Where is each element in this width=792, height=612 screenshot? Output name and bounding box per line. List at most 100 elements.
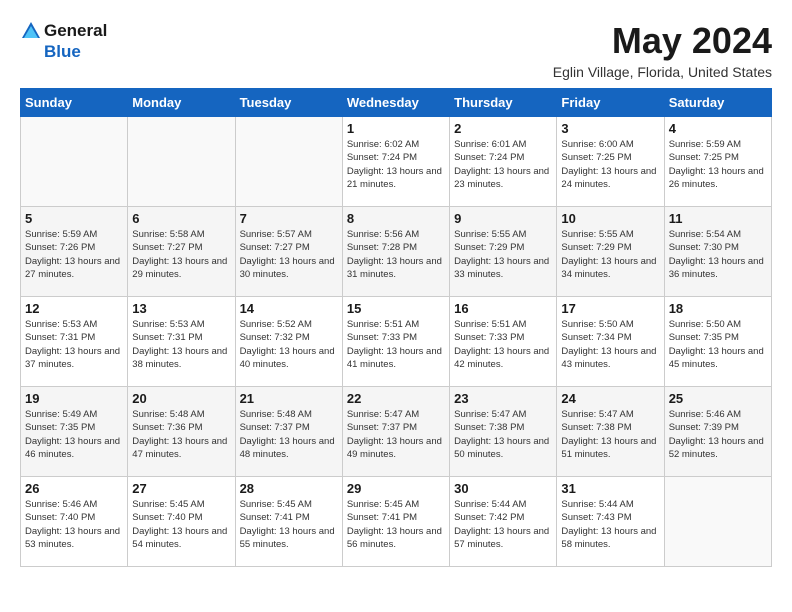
day-number: 5 [25, 211, 123, 226]
day-info: Sunrise: 5:47 AM Sunset: 7:38 PM Dayligh… [561, 408, 659, 461]
day-info: Sunrise: 5:59 AM Sunset: 7:25 PM Dayligh… [669, 138, 767, 191]
day-info: Sunrise: 5:52 AM Sunset: 7:32 PM Dayligh… [240, 318, 338, 371]
day-cell: 9 Sunrise: 5:55 AM Sunset: 7:29 PM Daylig… [450, 207, 557, 297]
day-info: Sunrise: 5:50 AM Sunset: 7:34 PM Dayligh… [561, 318, 659, 371]
day-cell: 31Sunrise: 5:44 AM Sunset: 7:43 PM Dayli… [557, 477, 664, 567]
day-info: Sunrise: 5:55 AM Sunset: 7:29 PM Dayligh… [454, 228, 552, 281]
header-day: Saturday [664, 89, 771, 117]
header-day: Sunday [21, 89, 128, 117]
day-number: 20 [132, 391, 230, 406]
month-title: May 2024 [553, 20, 772, 62]
logo-icon [20, 20, 42, 42]
day-info: Sunrise: 5:46 AM Sunset: 7:39 PM Dayligh… [669, 408, 767, 461]
day-cell: 3 Sunrise: 6:00 AM Sunset: 7:25 PM Daylig… [557, 117, 664, 207]
logo-general: General [44, 21, 107, 41]
week-row: 19 Sunrise: 5:49 AM Sunset: 7:35 PM Dayli… [21, 387, 772, 477]
day-info: Sunrise: 5:45 AM Sunset: 7:41 PM Dayligh… [240, 498, 338, 551]
day-cell: 5 Sunrise: 5:59 AM Sunset: 7:26 PM Daylig… [21, 207, 128, 297]
week-row: 26Sunrise: 5:46 AM Sunset: 7:40 PM Dayli… [21, 477, 772, 567]
day-number: 27 [132, 481, 230, 496]
day-number: 14 [240, 301, 338, 316]
day-info: Sunrise: 5:57 AM Sunset: 7:27 PM Dayligh… [240, 228, 338, 281]
day-number: 25 [669, 391, 767, 406]
day-number: 22 [347, 391, 445, 406]
day-cell: 1 Sunrise: 6:02 AM Sunset: 7:24 PM Daylig… [342, 117, 449, 207]
day-info: Sunrise: 5:51 AM Sunset: 7:33 PM Dayligh… [454, 318, 552, 371]
day-number: 4 [669, 121, 767, 136]
day-number: 6 [132, 211, 230, 226]
day-number: 8 [347, 211, 445, 226]
header-day: Monday [128, 89, 235, 117]
day-cell: 23Sunrise: 5:47 AM Sunset: 7:38 PM Dayli… [450, 387, 557, 477]
day-number: 19 [25, 391, 123, 406]
day-info: Sunrise: 5:53 AM Sunset: 7:31 PM Dayligh… [132, 318, 230, 371]
day-cell: 12 Sunrise: 5:53 AM Sunset: 7:31 PM Dayli… [21, 297, 128, 387]
header-day: Friday [557, 89, 664, 117]
day-info: Sunrise: 5:47 AM Sunset: 7:37 PM Dayligh… [347, 408, 445, 461]
day-info: Sunrise: 5:55 AM Sunset: 7:29 PM Dayligh… [561, 228, 659, 281]
day-number: 16 [454, 301, 552, 316]
day-cell: 25 Sunrise: 5:46 AM Sunset: 7:39 PM Dayli… [664, 387, 771, 477]
day-info: Sunrise: 5:47 AM Sunset: 7:38 PM Dayligh… [454, 408, 552, 461]
day-cell: 22 Sunrise: 5:47 AM Sunset: 7:37 PM Dayli… [342, 387, 449, 477]
day-cell: 7Sunrise: 5:57 AM Sunset: 7:27 PM Daylig… [235, 207, 342, 297]
logo: General Blue [20, 20, 107, 62]
day-cell: 17 Sunrise: 5:50 AM Sunset: 7:34 PM Dayli… [557, 297, 664, 387]
day-number: 3 [561, 121, 659, 136]
day-info: Sunrise: 5:45 AM Sunset: 7:40 PM Dayligh… [132, 498, 230, 551]
day-cell [664, 477, 771, 567]
header-row: SundayMondayTuesdayWednesdayThursdayFrid… [21, 89, 772, 117]
day-number: 24 [561, 391, 659, 406]
day-number: 13 [132, 301, 230, 316]
day-cell: 24 Sunrise: 5:47 AM Sunset: 7:38 PM Dayli… [557, 387, 664, 477]
week-row: 1 Sunrise: 6:02 AM Sunset: 7:24 PM Daylig… [21, 117, 772, 207]
day-cell: 20 Sunrise: 5:48 AM Sunset: 7:36 PM Dayli… [128, 387, 235, 477]
day-number: 15 [347, 301, 445, 316]
day-cell: 14 Sunrise: 5:52 AM Sunset: 7:32 PM Dayli… [235, 297, 342, 387]
location: Eglin Village, Florida, United States [553, 64, 772, 80]
day-cell: 15 Sunrise: 5:51 AM Sunset: 7:33 PM Dayli… [342, 297, 449, 387]
day-info: Sunrise: 5:53 AM Sunset: 7:31 PM Dayligh… [25, 318, 123, 371]
day-number: 11 [669, 211, 767, 226]
day-info: Sunrise: 5:56 AM Sunset: 7:28 PM Dayligh… [347, 228, 445, 281]
page-header: General Blue May 2024 Eglin Village, Flo… [20, 20, 772, 80]
calendar-table: SundayMondayTuesdayWednesdayThursdayFrid… [20, 88, 772, 567]
day-number: 1 [347, 121, 445, 136]
day-number: 30 [454, 481, 552, 496]
day-cell: 21Sunrise: 5:48 AM Sunset: 7:37 PM Dayli… [235, 387, 342, 477]
day-cell [21, 117, 128, 207]
day-number: 10 [561, 211, 659, 226]
day-info: Sunrise: 5:59 AM Sunset: 7:26 PM Dayligh… [25, 228, 123, 281]
day-number: 12 [25, 301, 123, 316]
week-row: 12 Sunrise: 5:53 AM Sunset: 7:31 PM Dayli… [21, 297, 772, 387]
day-cell: 19 Sunrise: 5:49 AM Sunset: 7:35 PM Dayli… [21, 387, 128, 477]
day-info: Sunrise: 6:02 AM Sunset: 7:24 PM Dayligh… [347, 138, 445, 191]
day-cell: 28Sunrise: 5:45 AM Sunset: 7:41 PM Dayli… [235, 477, 342, 567]
day-cell: 16 Sunrise: 5:51 AM Sunset: 7:33 PM Dayli… [450, 297, 557, 387]
day-info: Sunrise: 5:48 AM Sunset: 7:36 PM Dayligh… [132, 408, 230, 461]
title-area: May 2024 Eglin Village, Florida, United … [553, 20, 772, 80]
day-cell: 11 Sunrise: 5:54 AM Sunset: 7:30 PM Dayli… [664, 207, 771, 297]
header-day: Thursday [450, 89, 557, 117]
day-cell: 2Sunrise: 6:01 AM Sunset: 7:24 PM Daylig… [450, 117, 557, 207]
day-number: 29 [347, 481, 445, 496]
day-info: Sunrise: 5:48 AM Sunset: 7:37 PM Dayligh… [240, 408, 338, 461]
day-info: Sunrise: 5:44 AM Sunset: 7:42 PM Dayligh… [454, 498, 552, 551]
day-number: 2 [454, 121, 552, 136]
day-info: Sunrise: 5:45 AM Sunset: 7:41 PM Dayligh… [347, 498, 445, 551]
day-cell: 27 Sunrise: 5:45 AM Sunset: 7:40 PM Dayli… [128, 477, 235, 567]
day-number: 9 [454, 211, 552, 226]
day-cell [128, 117, 235, 207]
day-info: Sunrise: 6:00 AM Sunset: 7:25 PM Dayligh… [561, 138, 659, 191]
day-number: 17 [561, 301, 659, 316]
day-info: Sunrise: 5:54 AM Sunset: 7:30 PM Dayligh… [669, 228, 767, 281]
day-info: Sunrise: 5:49 AM Sunset: 7:35 PM Dayligh… [25, 408, 123, 461]
day-cell: 30 Sunrise: 5:44 AM Sunset: 7:42 PM Dayli… [450, 477, 557, 567]
day-cell: 4 Sunrise: 5:59 AM Sunset: 7:25 PM Daylig… [664, 117, 771, 207]
day-cell: 13 Sunrise: 5:53 AM Sunset: 7:31 PM Dayli… [128, 297, 235, 387]
logo-blue: Blue [44, 42, 81, 62]
header-day: Tuesday [235, 89, 342, 117]
day-info: Sunrise: 5:51 AM Sunset: 7:33 PM Dayligh… [347, 318, 445, 371]
day-info: Sunrise: 5:46 AM Sunset: 7:40 PM Dayligh… [25, 498, 123, 551]
day-cell: 6Sunrise: 5:58 AM Sunset: 7:27 PM Daylig… [128, 207, 235, 297]
